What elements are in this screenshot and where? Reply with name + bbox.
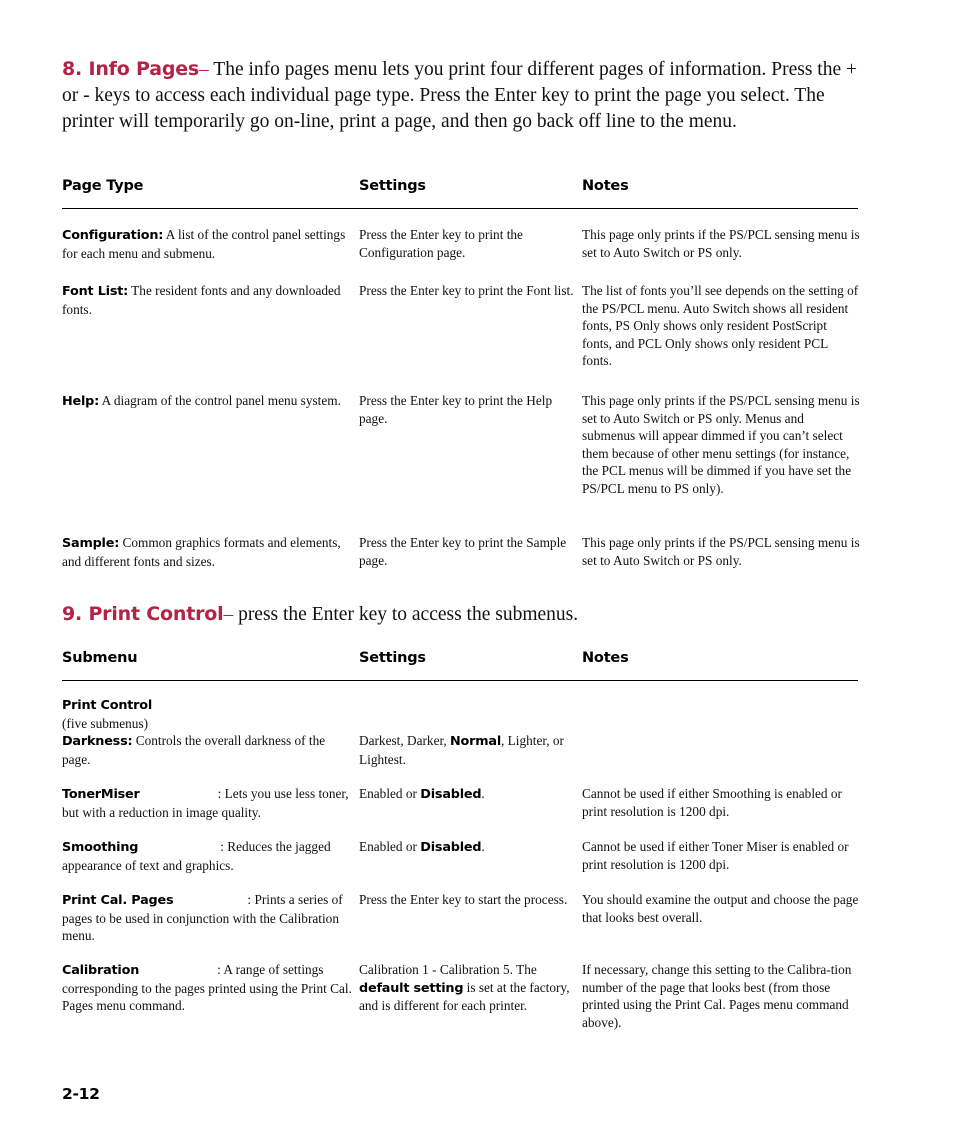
row-term-print-cal-pages: Print Cal. Pages: Prints a series of pag… — [62, 891, 352, 945]
settings-default-value: default setting — [359, 980, 464, 996]
term-label: Configuration: — [62, 228, 164, 243]
section-dash-print-control: – — [223, 604, 234, 625]
column-header-page-type: Page Type — [62, 178, 144, 194]
table-print-control-body: Print Control (five submenus) Darkness: … — [62, 696, 858, 1049]
table-info-pages-header-row: Page Type Settings Notes — [62, 178, 858, 204]
row-notes-print-cal-pages: You should examine the output and choose… — [582, 892, 859, 925]
row-notes-sample: This page only prints if the PS/PCL sens… — [582, 535, 860, 568]
row-notes-smoothing: Cannot be used if either Toner Miser is … — [582, 839, 849, 872]
row-notes-configuration: This page only prints if the PS/PCL sens… — [582, 227, 860, 260]
row-term-smoothing: Smoothing: Reduces the jagged appearance… — [62, 838, 352, 874]
row-notes-calibration: If necessary, change this setting to the… — [582, 962, 852, 1030]
term-label: Print Cal. Pages — [62, 893, 174, 908]
table-row: Calibration: A range of settings corresp… — [62, 961, 858, 1049]
settings-suffix: . — [481, 786, 485, 801]
column-header-notes: Notes — [582, 178, 629, 194]
column-header-notes: Notes — [582, 650, 629, 666]
settings-default-value: Normal — [450, 734, 501, 749]
section-number-print-control: 9. Print Control — [62, 603, 224, 625]
term-label: Sample: — [62, 536, 120, 551]
section-heading-info-pages: 8. Info Pages– The info pages menu lets … — [62, 56, 862, 135]
column-header-submenu: Submenu — [62, 650, 138, 666]
row-term-tonermiser: TonerMiser: Lets you use less toner, but… — [62, 785, 352, 821]
row-settings-darkness: Darkest, Darker, Normal, Lighter, or Lig… — [359, 732, 574, 768]
row-settings-calibration: Calibration 1 - Calibration 5. The defau… — [359, 961, 574, 1015]
section-number-info-pages: 8. Info Pages — [62, 58, 200, 80]
row-settings-configuration: Press the Enter key to print the Configu… — [359, 227, 523, 260]
row-notes-font-list: The list of fonts you’ll see depends on … — [582, 283, 859, 368]
table-row: Darkness: Controls the overall darkness … — [62, 732, 858, 785]
settings-prefix: Enabled or — [359, 839, 421, 854]
row-term-help: Help: A diagram of the control panel men… — [62, 392, 352, 411]
term-label: Calibration — [62, 963, 140, 978]
term-label: Smoothing — [62, 840, 139, 855]
section-dash-info-pages: – — [199, 59, 209, 80]
section-heading-print-control: 9. Print Control– press the Enter key to… — [62, 601, 862, 628]
row-settings-sample: Press the Enter key to print the Sample … — [359, 535, 567, 568]
table-info-pages: Page Type Settings Notes Configuration: … — [62, 178, 860, 590]
term-description: A diagram of the control panel menu syst… — [99, 393, 341, 408]
group-heading-title: Print Control — [62, 698, 153, 713]
settings-prefix: Enabled or — [359, 786, 421, 801]
table-print-control: Submenu Settings Notes Print Control (fi… — [62, 650, 858, 1049]
section-intro-print-control: press the Enter key to access the submen… — [233, 604, 579, 625]
settings-prefix: Darkest, Darker, — [359, 733, 451, 748]
table-row: Smoothing: Reduces the jagged appearance… — [62, 838, 858, 891]
document-page: 8. Info Pages– The info pages menu lets … — [0, 0, 954, 1145]
settings-prefix: Calibration 1 - Calibration 5. The — [359, 962, 537, 977]
row-term-font-list: Font List: The resident fonts and any do… — [62, 282, 352, 318]
row-settings-smoothing: Enabled or Disabled. — [359, 838, 574, 857]
row-settings-help: Press the Enter key to print the Help pa… — [359, 393, 553, 426]
column-header-settings: Settings — [359, 650, 426, 666]
row-term-calibration: Calibration: A range of settings corresp… — [62, 961, 352, 1015]
row-settings-print-cal-pages: Press the Enter key to start the process… — [359, 892, 568, 907]
row-settings-font-list: Press the Enter key to print the Font li… — [359, 283, 574, 298]
table-row: Configuration: A list of the control pan… — [62, 226, 860, 282]
table-info-pages-body: Configuration: A list of the control pan… — [62, 226, 860, 590]
table-info-pages-rule — [62, 208, 858, 209]
row-term-darkness: Darkness: Controls the overall darkness … — [62, 732, 352, 768]
row-term-sample: Sample: Common graphics formats and elem… — [62, 534, 352, 570]
table-row: Help: A diagram of the control panel men… — [62, 392, 860, 534]
row-notes-tonermiser: Cannot be used if either Smoothing is en… — [582, 786, 842, 819]
table-row: Font List: The resident fonts and any do… — [62, 282, 858, 392]
table-print-control-rule — [62, 680, 858, 681]
column-header-settings: Settings — [359, 178, 426, 194]
table-row-group-heading: Print Control (five submenus) — [62, 696, 858, 732]
table-row: Sample: Common graphics formats and elem… — [62, 534, 860, 590]
row-term-configuration: Configuration: A list of the control pan… — [62, 226, 352, 262]
term-label: Help: — [62, 394, 100, 409]
term-label: Font List: — [62, 284, 129, 299]
term-label: Darkness: — [62, 734, 133, 749]
table-print-control-header-row: Submenu Settings Notes — [62, 650, 858, 676]
table-row: Print Cal. Pages: Prints a series of pag… — [62, 891, 858, 961]
group-heading-print-control: Print Control (five submenus) — [62, 696, 352, 732]
page-number-folio: 2-12 — [62, 1085, 100, 1103]
settings-default-value: Disabled — [420, 840, 482, 855]
row-notes-help: This page only prints if the PS/PCL sens… — [582, 393, 860, 496]
group-heading-subtitle: (five submenus) — [62, 715, 149, 731]
term-label: TonerMiser — [62, 787, 140, 802]
table-row: TonerMiser: Lets you use less toner, but… — [62, 785, 858, 838]
row-settings-tonermiser: Enabled or Disabled. — [359, 785, 574, 804]
settings-suffix: . — [481, 839, 485, 854]
settings-default-value: Disabled — [420, 787, 482, 802]
